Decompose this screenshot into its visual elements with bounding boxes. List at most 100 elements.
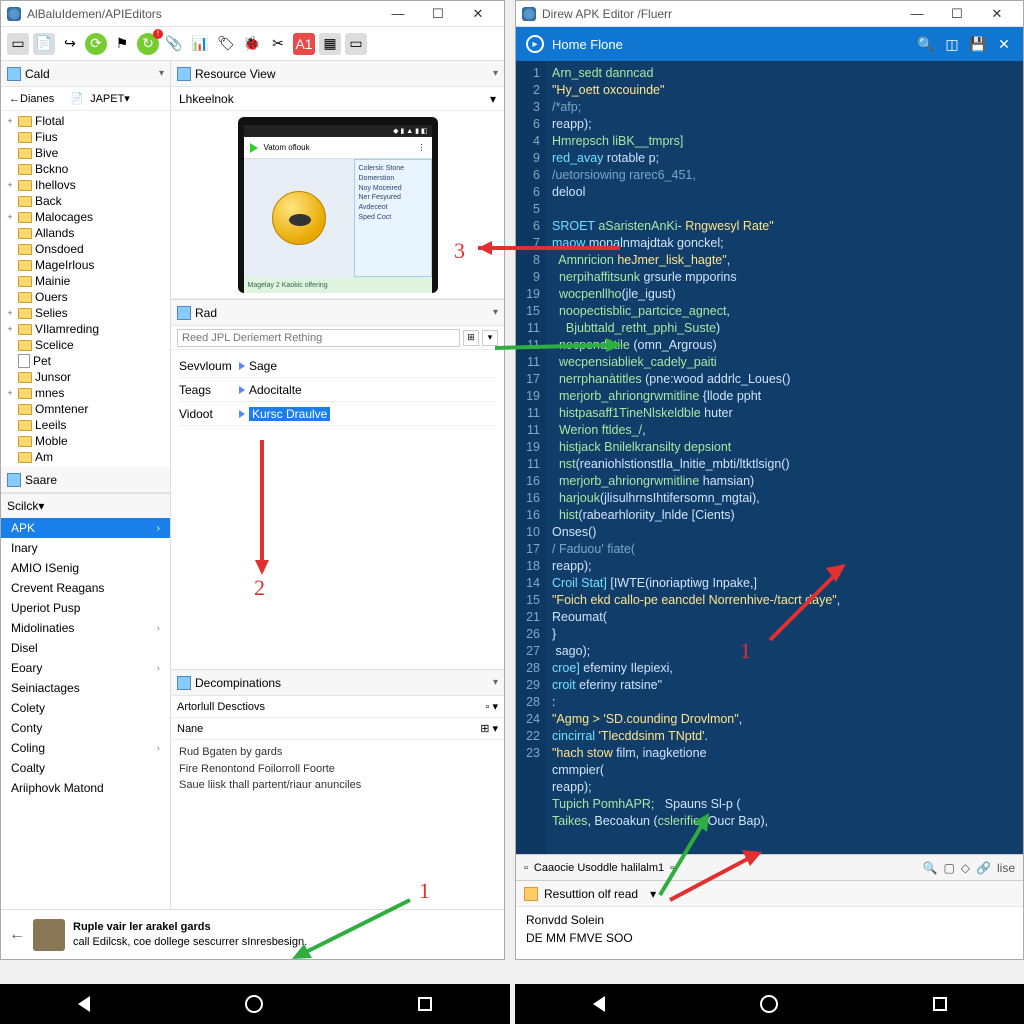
tree-item[interactable]: MageIrlous [1,257,170,273]
nav-home-icon[interactable] [760,995,778,1013]
tree-item[interactable]: Pet [1,353,170,369]
cald-header[interactable]: Cald ▾ [1,61,170,87]
tab-dianes[interactable]: ← Dianes [1,87,62,110]
tree-item[interactable]: Scelice [1,337,170,353]
project-tree[interactable]: +FlotalFiusBiveBckno+IhellovsBack+Maloca… [1,111,170,467]
save-icon[interactable]: 💾 [969,36,987,53]
back-icon[interactable]: ← [9,926,25,944]
close-tab-icon[interactable]: ✕ [995,36,1013,53]
rad-header[interactable]: Rad ▾ [171,300,504,326]
sidebar-item[interactable]: Eoary› [1,658,170,678]
rad-row[interactable]: TeagsAdocitalte [179,378,496,402]
rad-search-opt2[interactable]: ▾ [482,330,498,346]
nav-home-icon[interactable] [245,995,263,1013]
sidebar-item[interactable]: Conty [1,718,170,738]
sidebar-item[interactable]: Coalty [1,758,170,778]
tool-chart-icon[interactable]: 📊 [189,33,211,55]
rad-row[interactable]: VidootKursc Draulve [179,402,496,426]
sidebar-item[interactable]: Seiniactages [1,678,170,698]
tree-item[interactable]: Allands [1,225,170,241]
rad-row[interactable]: SevvloumSage [179,354,496,378]
saare-header[interactable]: Saare [1,467,170,493]
tool-grid-icon[interactable]: ▦ [319,33,341,55]
tree-item[interactable]: +Malocages [1,209,170,225]
nav-recent-icon[interactable] [933,997,947,1011]
resource-view-header[interactable]: Resource View ▾ [171,61,504,87]
sb-diamond-icon[interactable]: ◇ [961,861,970,875]
footer-title: Ruple vair ler arakel gards [73,920,307,934]
code-body[interactable]: Arn_sedt danncad"Hy_oett oxcouinde"/*afp… [546,61,1023,854]
sb-search-icon[interactable]: 🔍 [923,861,938,875]
tree-item[interactable]: Mainie [1,273,170,289]
tool-refresh-icon[interactable]: ⟳ [85,33,107,55]
tool-tag-icon[interactable]: 🏷 [215,33,237,55]
sidebar-item[interactable]: Disel [1,638,170,658]
sb-box-icon[interactable]: ▢ [943,861,954,875]
app-icon-right [522,7,536,21]
sidebar-item[interactable]: Midolinaties› [1,618,170,638]
tree-item[interactable]: +Selies [1,305,170,321]
tool-cut-icon[interactable]: ✂ [267,33,289,55]
sclick-header[interactable]: Scilck▾ [1,494,170,518]
chevron-down-icon[interactable]: ▾ [159,68,164,79]
nav-recent-icon[interactable] [418,997,432,1011]
sidebar-item[interactable]: Inary [1,538,170,558]
minimize-button[interactable]: — [378,2,418,26]
sidebar-item[interactable]: APK› [1,518,170,538]
tool-clip-icon[interactable]: 📎 [163,33,185,55]
tool-flag-icon[interactable]: ⚑ [111,33,133,55]
rv-subheader: Lhkeelnok▾ [171,87,504,111]
tree-item[interactable]: Bckno [1,161,170,177]
tree-item[interactable]: +Flotal [1,113,170,129]
tab-japet[interactable]: 📄 JAPET ▾ [62,87,138,110]
tree-item[interactable]: Leeils [1,417,170,433]
footer-sub: call Edilcsk, coe dollege sescurrer sInr… [73,935,307,949]
code-editor[interactable]: 1236496656789191511111117191111191116161… [516,61,1023,854]
sidebar-item[interactable]: AMIO ISenig [1,558,170,578]
maximize-button[interactable]: ☐ [937,2,977,26]
search-icon[interactable]: 🔍 [917,36,935,53]
nav-back-icon[interactable] [78,996,90,1012]
tree-item[interactable]: +mnes [1,385,170,401]
nav-back-icon[interactable] [593,996,605,1012]
sidebar-item[interactable]: Ariiphovk Matond [1,778,170,798]
tool-open-icon[interactable]: 📄 [33,33,55,55]
tree-item[interactable]: Ouers [1,289,170,305]
tree-item[interactable]: Onsdoed [1,241,170,257]
avatar[interactable] [33,919,65,951]
home-icon[interactable]: ▸ [526,35,544,53]
decomp-cols: Nane ⊞ ▾ [171,718,504,740]
code-gutter: 1236496656789191511111117191111191116161… [516,61,546,854]
tree-item[interactable]: Back [1,193,170,209]
decomp-text: Rud Bgaten by gardsFire Renontond Foilor… [171,740,504,909]
tool-a1-icon[interactable]: A1 [293,33,315,55]
tool-export-icon[interactable]: ↪ [59,33,81,55]
tool-bug-icon[interactable]: 🐞 [241,33,263,55]
rad-search-opt1[interactable]: ⊞ [463,330,479,346]
result-header[interactable]: Resuttion olf read ▾ [516,881,1023,907]
panel-icon[interactable]: ◫ [943,36,961,53]
tree-item[interactable]: +Ihellovs [1,177,170,193]
sidebar-item[interactable]: Crevent Reagans [1,578,170,598]
close-button[interactable]: ✕ [977,2,1017,26]
tree-item[interactable]: Am [1,449,170,465]
tool-book-icon[interactable]: ▭ [345,33,367,55]
tree-item[interactable]: Fius [1,129,170,145]
tree-item[interactable]: Omntener [1,401,170,417]
maximize-button[interactable]: ☐ [418,2,458,26]
sb-link-icon[interactable]: 🔗 [976,861,991,875]
tree-item[interactable]: Moble [1,433,170,449]
minimize-button[interactable]: — [897,2,937,26]
tool-sync-icon[interactable]: ↻! [137,33,159,55]
tree-item[interactable]: +VIlamreding [1,321,170,337]
sidebar-item[interactable]: Colety [1,698,170,718]
close-button[interactable]: ✕ [458,2,498,26]
rad-search-input[interactable] [177,329,460,347]
tree-item[interactable]: Junsor [1,369,170,385]
decomp-header[interactable]: Decompinations ▾ [171,670,504,696]
tree-tabs: ← Dianes 📄 JAPET ▾ [1,87,170,111]
tree-item[interactable]: Bive [1,145,170,161]
sidebar-item[interactable]: Coling› [1,738,170,758]
tool-new-icon[interactable]: ▭ [7,33,29,55]
sidebar-item[interactable]: Uperiot Pusp [1,598,170,618]
